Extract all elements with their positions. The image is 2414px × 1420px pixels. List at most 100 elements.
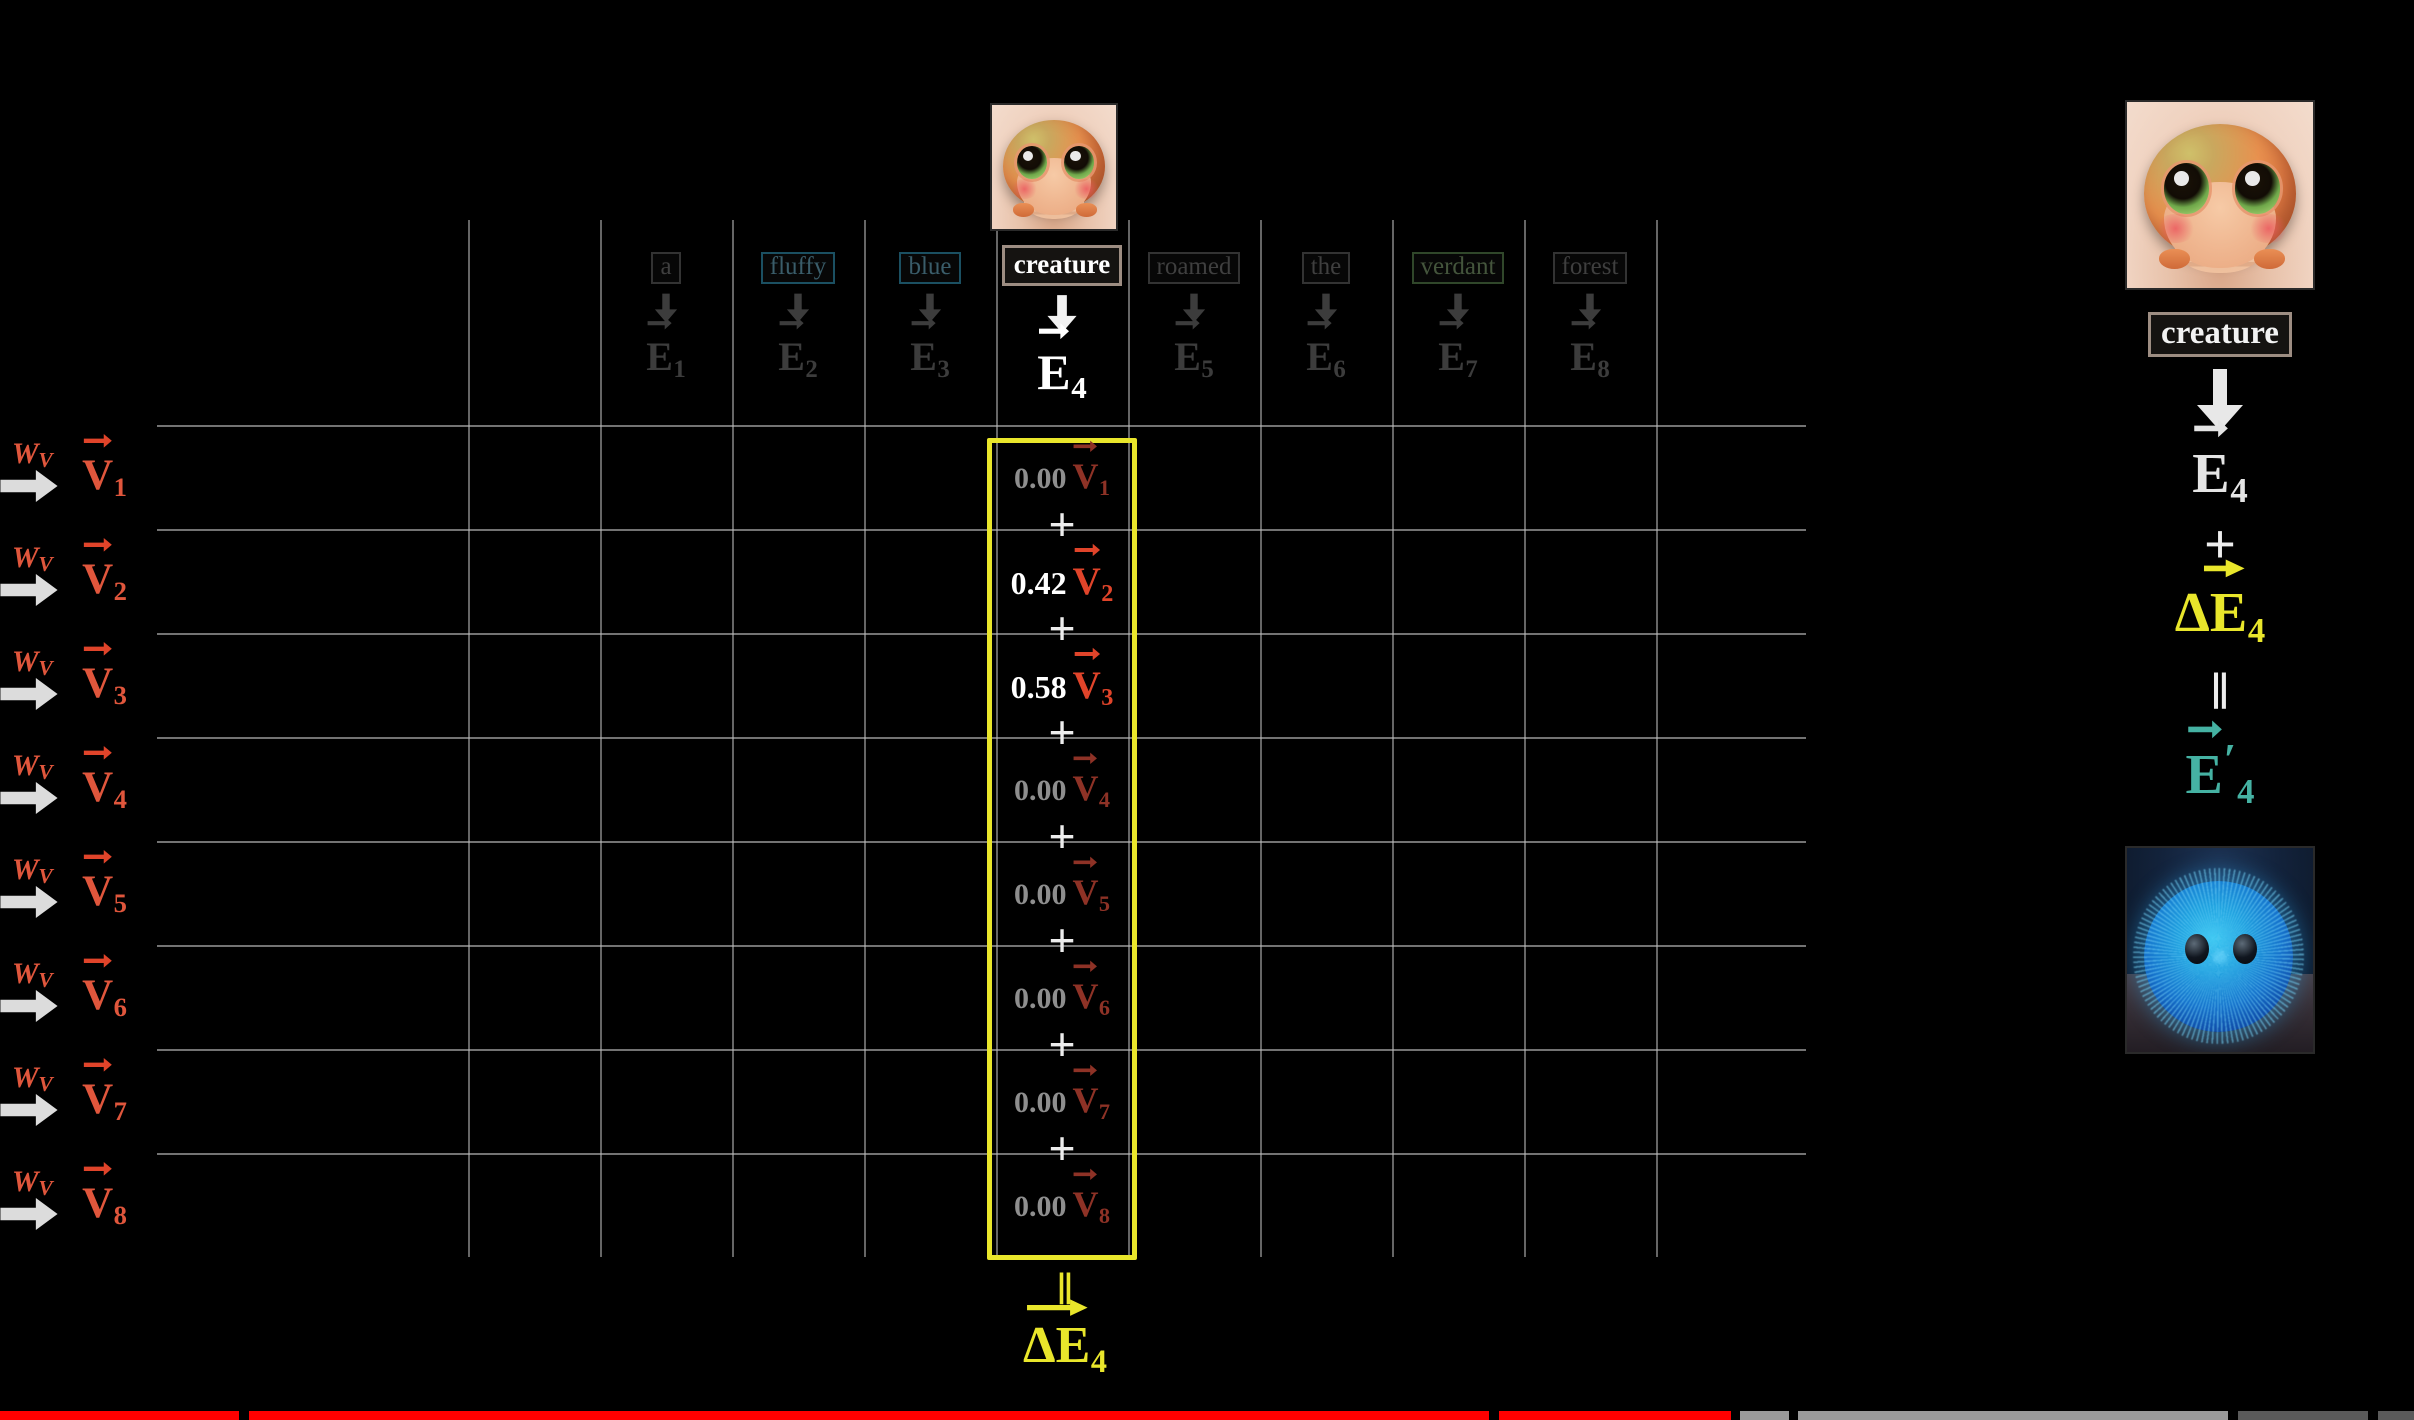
row-equation-a: aE1WVV1 (0, 433, 127, 512)
video-progress-bar[interactable] (0, 1411, 2414, 1420)
grid-hline (157, 529, 1806, 531)
progress-segment[interactable] (1798, 1411, 2229, 1420)
subscript: 3 (1101, 684, 1114, 712)
value-weight: 0.42 (1010, 565, 1067, 601)
row-arrow-2 (0, 782, 69, 819)
right-arrow-icon (0, 574, 58, 606)
sidebar-fluffy-image (2125, 846, 2315, 1054)
value-cell-6: 0.00 V 6 (987, 960, 1137, 1021)
grid-hline (157, 1049, 1806, 1051)
vector-symbol: V (82, 433, 113, 500)
value-vector-label: V3 (1073, 647, 1113, 711)
vector-symbol: V (1072, 1168, 1098, 1225)
value-plus-7: + (1048, 1122, 1076, 1174)
column-token-chip: creature (1001, 245, 1123, 286)
sidebar-embedding-label: E 4 (2125, 419, 2315, 511)
column-down-arrow (996, 292, 1128, 341)
progress-segment[interactable] (248, 1411, 1490, 1420)
subscript: 3 (937, 355, 950, 383)
delta-e-index: 4 (1090, 1342, 1108, 1379)
value-cell-7: 0.00 V 7 (987, 1064, 1137, 1125)
row-value-projection: WV (0, 1165, 75, 1232)
value-vector-label: V6 (1072, 960, 1110, 1020)
sidebar-result-text: E (2185, 743, 2223, 806)
column-embedding-label: E5 (1128, 316, 1260, 384)
subscript: 6 (1333, 355, 1346, 383)
right-arrow-icon (0, 678, 58, 710)
sidebar-result-label: E ′4 (2125, 720, 2315, 812)
sidebar-e-index: 4 (2230, 471, 2248, 511)
column-token-chip: the (1301, 252, 1351, 284)
progress-segment[interactable] (0, 1411, 239, 1420)
subscript: 7 (1465, 355, 1478, 383)
down-arrow-icon (1578, 293, 1602, 322)
value-vector-label: V1 (1072, 440, 1110, 500)
vector-symbol: V (82, 641, 113, 708)
vector-symbol: V (1072, 960, 1098, 1017)
down-arrow-icon (1182, 293, 1206, 322)
vector-symbol: V (1072, 1064, 1098, 1121)
subscript: 7 (1098, 1098, 1111, 1124)
value-vector-label: V7 (1072, 1064, 1110, 1124)
column-header-blue: blue E 3 (864, 252, 996, 384)
wv-matrix-label: WV (11, 957, 53, 992)
vector-symbol: E (1306, 316, 1333, 380)
vector-symbol: V (82, 537, 113, 604)
sidebar-result-index: 4 (2237, 772, 2255, 811)
column-token-chip: forest (1552, 252, 1628, 284)
column-header-the: the E 6 (1260, 252, 1392, 384)
column-token-chip: fluffy (760, 252, 836, 284)
progress-segment[interactable] (2237, 1411, 2369, 1420)
sidebar-delta-label: ΔE 4 (2125, 559, 2315, 650)
right-arrow-icon (0, 990, 58, 1022)
value-plus-5: + (1048, 914, 1076, 966)
row-value-projection: WV (0, 645, 75, 715)
subscript: 3 (113, 680, 127, 711)
grid-hline (157, 737, 1806, 739)
column-embedding-label: E8 (1524, 316, 1656, 384)
column-result-label: ΔE 4 (925, 1299, 1205, 1379)
progress-segment[interactable] (2377, 1411, 2414, 1420)
value-plus-2: + (1048, 602, 1076, 654)
value-weight: 0.00 (1013, 878, 1067, 911)
subscript: 5 (1098, 890, 1111, 916)
vector-symbol: V (1072, 440, 1098, 497)
slide-canvas: a E 1 fluffy E 2 blue E 3 creature E 4 roamed E 5 the E 6… (0, 0, 2414, 1420)
subscript: 1 (1098, 474, 1111, 500)
value-cell-3: 0.58 V 3 (987, 647, 1137, 712)
vector-symbol: E (1570, 316, 1597, 380)
column-down-arrow (1128, 290, 1260, 331)
row-arrow-2 (0, 678, 69, 715)
subscript: 5 (113, 888, 127, 919)
subscript: 6 (1098, 994, 1111, 1020)
sidebar-delta-index: 4 (2247, 610, 2266, 650)
value-vector-label: V5 (1072, 856, 1110, 916)
column-header-a: aE1 (600, 252, 732, 384)
column-embedding-label: E1 (600, 316, 732, 384)
column-token-chip: verdant (1411, 252, 1505, 284)
vector-symbol: V (82, 849, 113, 916)
wv-matrix-label: WV (11, 541, 53, 576)
row-value-projection: WV (0, 437, 75, 507)
down-arrow-icon (1446, 293, 1470, 322)
column-down-arrow (864, 290, 996, 331)
progress-segment[interactable] (1499, 1411, 1731, 1420)
row-equation-fluffy: fluffyE2WVV2 (0, 537, 127, 616)
row-value-projection: WV (0, 749, 75, 819)
value-vector-label: V4 (1072, 752, 1110, 812)
subscript: 6 (113, 992, 127, 1023)
right-sidebar: creature E 4 + ΔE 4 ‖ E ′4 (2125, 100, 2315, 1054)
progress-segment[interactable] (1740, 1411, 1789, 1420)
row-value-projection: WV (0, 957, 75, 1024)
subscript: 8 (1597, 355, 1610, 383)
column-embedding-label: E4 (996, 322, 1128, 406)
row-value-projection: WV (0, 853, 75, 920)
down-arrow-icon (2197, 368, 2243, 431)
row-value-label: V8 (82, 1161, 127, 1232)
column-header-forest: forest E 8 (1524, 252, 1656, 384)
row-arrow-2 (0, 470, 69, 507)
subscript: 1 (113, 472, 127, 503)
column-header-roamed: roamed E 5 (1128, 252, 1260, 384)
value-cell-5: 0.00 V 5 (987, 856, 1137, 917)
value-weight: 0.00 (1013, 774, 1067, 807)
